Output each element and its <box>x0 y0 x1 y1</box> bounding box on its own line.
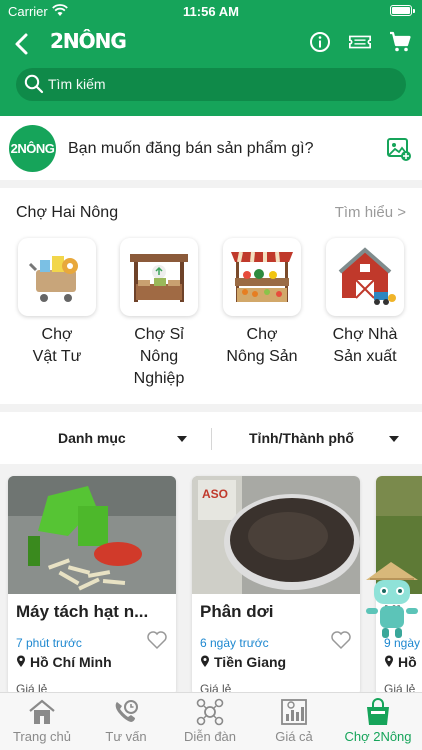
barn-icon <box>326 238 404 316</box>
heart-icon[interactable] <box>146 630 168 655</box>
category-label-line: Vật Tư <box>32 348 82 365</box>
tab-label: Chợ 2Nông <box>344 729 412 744</box>
bottom-tab-bar: Trang chủ Tư vấn Diễn đàn Giá cả Chợ 2Nô… <box>0 692 422 750</box>
product-image: ASO <box>192 476 360 594</box>
location-text: Hồ Chí Minh <box>30 654 112 670</box>
location-pin-icon <box>384 655 394 671</box>
consult-icon <box>84 697 168 727</box>
chevron-down-icon[interactable] <box>177 436 187 442</box>
product-location: Hồ Chí Minh <box>16 654 112 671</box>
search-icon <box>24 74 44 99</box>
cart-icon[interactable] <box>388 30 412 54</box>
logo-text: 2NÔNG <box>50 29 127 53</box>
tab-label: Trang chủ <box>12 729 72 744</box>
category-label-line: Chợ <box>41 326 73 343</box>
search-input[interactable]: Tìm kiếm <box>16 68 406 101</box>
home-icon <box>0 697 84 727</box>
brand-avatar: 2NÔNG <box>9 125 56 172</box>
nav-row: 2NÔNG <box>0 24 422 64</box>
location-pin-icon <box>16 655 26 671</box>
product-price: Giá lẻ <box>200 682 232 692</box>
product-name: Phân dơi <box>200 602 274 621</box>
tab-prices[interactable]: Giá cả <box>252 697 336 744</box>
product-card[interactable]: ASO Phân dơi 6 ngày trước Tiền Giang Giá… <box>192 476 360 692</box>
chevron-down-icon[interactable] <box>389 436 399 442</box>
post-product-bar[interactable]: 2NÔNG Bạn muốn đăng bán sản phẩm gì? <box>0 116 422 180</box>
location-text: Tiền Giang <box>214 654 287 670</box>
info-icon[interactable] <box>308 30 332 54</box>
product-list: Máy tách hạt n... 7 phút trước Hồ Chí Mi… <box>0 464 422 692</box>
category-label-line: Chợ Sỉ <box>134 326 184 343</box>
tab-market[interactable]: Chợ 2Nông <box>336 697 420 744</box>
product-time: 7 phút trước <box>16 636 82 650</box>
app-logo: 2NÔNG <box>46 29 130 57</box>
svg-text:ASO: ASO <box>202 487 228 501</box>
produce-stall-icon <box>223 238 301 316</box>
product-price: Giá lẻ <box>16 682 48 692</box>
category-label-line: Sản xuất <box>333 348 397 365</box>
tab-home[interactable]: Trang chủ <box>0 697 84 744</box>
post-prompt[interactable]: Bạn muốn đăng bán sản phẩm gì? <box>68 140 314 158</box>
tab-label: Tư vấn <box>105 729 147 744</box>
category-wholesale[interactable]: Chợ Sỉ Nông Nghiệp <box>119 238 199 390</box>
forum-icon <box>168 697 252 727</box>
product-price: Giá lẻ <box>384 682 416 692</box>
product-name: Máy tách hạt n... <box>16 602 149 621</box>
battery-icon <box>390 5 415 16</box>
brand-avatar-text: 2NÔNG <box>10 141 55 156</box>
category-label-line: Nông Sản <box>226 348 298 365</box>
product-time: 6 ngày trước <box>200 636 269 650</box>
app-header: Carrier 11:56 AM 2NÔNG Tìm kiếm <box>0 0 422 116</box>
category-label-line: Chợ Nhà <box>332 326 398 343</box>
category-label-line: Nghiệp <box>133 370 185 387</box>
product-location: Tiền Giang <box>200 654 286 671</box>
category-label-line: Nông <box>139 348 179 365</box>
product-image <box>8 476 176 594</box>
price-chart-icon <box>252 697 336 727</box>
province-filter[interactable]: Tỉnh/Thành phố <box>249 430 354 446</box>
wholesale-stall-icon <box>120 238 198 316</box>
tab-forum[interactable]: Diễn đàn <box>168 697 252 744</box>
product-location: Hồ <box>384 654 417 671</box>
market-section: Chợ Hai Nông Tìm hiểu > Chợ Vật Tư Chợ S… <box>0 188 422 404</box>
filter-bar: Danh mục Tỉnh/Thành phố <box>0 412 422 464</box>
learn-more-link[interactable]: Tìm hiểu > <box>335 204 406 221</box>
category-label-line: Chợ <box>246 326 278 343</box>
add-image-icon[interactable] <box>386 136 412 167</box>
tab-label: Diễn đàn <box>183 729 237 744</box>
category-supplies[interactable]: Chợ Vật Tư <box>17 238 97 368</box>
market-bag-icon <box>336 697 420 727</box>
filter-divider <box>211 428 212 450</box>
tab-label: Giá cả <box>275 729 313 744</box>
search-placeholder: Tìm kiếm <box>48 76 106 92</box>
location-text: Hồ <box>398 654 417 670</box>
location-pin-icon <box>200 655 210 671</box>
clock: 11:56 AM <box>183 4 239 19</box>
heart-icon[interactable] <box>330 630 352 655</box>
header-actions <box>308 30 412 54</box>
back-icon[interactable] <box>10 30 34 58</box>
category-farm-produce[interactable]: Chợ Nông Sản <box>222 238 302 368</box>
category-producer[interactable]: Chợ Nhà Sản xuất <box>325 238 405 368</box>
assistant-mascot[interactable] <box>360 558 422 642</box>
category-filter[interactable]: Danh mục <box>58 430 126 446</box>
tab-consult[interactable]: Tư vấn <box>84 697 168 744</box>
ticket-icon[interactable] <box>348 30 372 54</box>
status-bar: Carrier 11:56 AM <box>0 0 422 24</box>
section-title: Chợ Hai Nông <box>16 204 119 221</box>
supplies-cart-icon <box>18 238 96 316</box>
product-card[interactable]: Máy tách hạt n... 7 phút trước Hồ Chí Mi… <box>8 476 176 692</box>
